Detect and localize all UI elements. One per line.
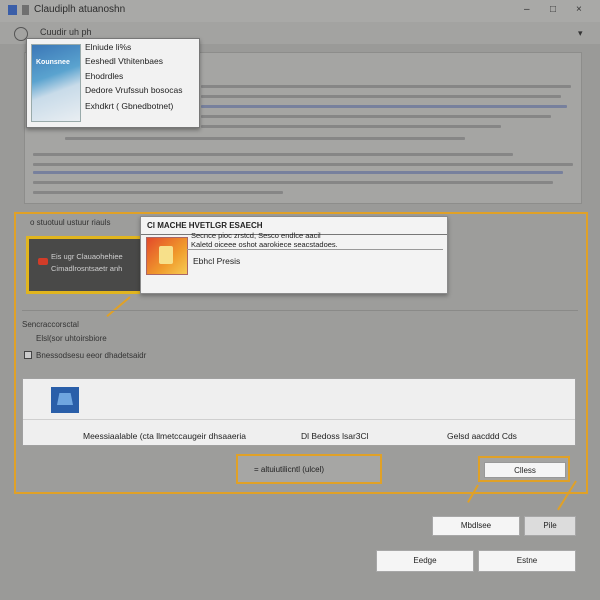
file-thumbnail[interactable] <box>146 237 188 275</box>
section-label: o stuotuul ustuur riauls <box>30 218 111 227</box>
checkbox[interactable] <box>24 351 32 359</box>
result-label: Meessiaalable (cta llmetccaugeir dhsaaer… <box>83 431 246 441</box>
sub-label: Elsl(sor uhtoirsbiore <box>36 334 107 343</box>
file-thumbnail-symbol <box>159 246 173 264</box>
title-bar: Claudiplh atuanoshn – □ × <box>0 0 600 23</box>
menu-item[interactable]: Elniude li%s <box>85 42 131 52</box>
record-icon <box>38 258 48 265</box>
app-result-bar[interactable]: Meessiaalable (cta llmetccaugeir dhsaaer… <box>22 378 576 446</box>
book-icon: Kounsnee <box>31 44 81 122</box>
text-line <box>201 105 567 108</box>
menu-item[interactable]: Ehodrdles <box>85 71 123 81</box>
path-label: Bnessodsesu eeor dhadetsaidr <box>36 351 147 360</box>
result-label: Dl Bedoss lsar3Cl <box>301 431 369 441</box>
text-line <box>33 191 283 194</box>
maximize-button[interactable]: □ <box>550 4 556 15</box>
popup-header: Cl MACHE HVETLGR ESAECH <box>147 221 263 230</box>
divider <box>23 419 575 420</box>
toolbar-text: Cuudir uh ph <box>40 27 92 37</box>
eedge-button[interactable]: Eedge <box>376 550 474 572</box>
divider <box>22 310 578 311</box>
estne-button-label: Estne <box>516 556 538 565</box>
text-line <box>33 153 513 156</box>
divider <box>187 249 443 250</box>
app-icon <box>8 5 17 15</box>
app-icon-shape <box>57 393 73 405</box>
text-line <box>201 115 551 118</box>
menu-item[interactable]: Exhdkrt ( Gbnedbotnet) <box>85 101 173 111</box>
book-icon-label: Kounsnee <box>36 59 70 66</box>
mbdlsee-button-label: Mbdlsee <box>460 521 492 530</box>
close-button[interactable]: × <box>576 4 582 15</box>
menu-item[interactable]: Eeshedl Vthitenbaes <box>85 56 163 66</box>
text-line <box>65 137 465 140</box>
file-popup: Cl MACHE HVETLGR ESAECH Secnce pioc zrst… <box>140 216 448 294</box>
text-line <box>201 125 501 128</box>
dark-card-line: Cimadlrosntsaetr anh <box>51 264 123 273</box>
text-line <box>201 95 561 98</box>
pile-button[interactable]: Pile <box>524 516 576 536</box>
text-line <box>33 171 563 174</box>
doc-icon <box>22 5 29 15</box>
path-input[interactable]: = altuiutilicntl (ulcel) <box>236 454 382 484</box>
dark-card-line: Eis ugr Clauaohehiee <box>51 252 123 261</box>
popup-line: Kaletd oiceee oshot aarokiece seacstadoe… <box>191 240 338 249</box>
mbdlsee-button[interactable]: Mbdlsee <box>432 516 520 536</box>
popup-action[interactable]: Ebhcl Presis <box>193 256 240 266</box>
clless-button[interactable]: Clless <box>478 456 570 482</box>
app-icon <box>51 387 79 413</box>
text-line <box>33 181 553 184</box>
estne-button[interactable]: Estne <box>478 550 576 572</box>
clless-button-label: Clless <box>514 466 536 475</box>
window-title: Claudiplh atuanoshn <box>34 4 126 15</box>
eedge-button-label: Eedge <box>413 556 437 565</box>
settings-label: Sencraccorsctal <box>22 320 79 329</box>
text-line <box>33 163 573 166</box>
text-line <box>201 85 571 88</box>
clless-button-face: Clless <box>484 462 566 478</box>
path-input-value: = altuiutilicntl (ulcel) <box>254 465 325 474</box>
toolbar-dropdown-icon[interactable]: ▾ <box>578 28 583 39</box>
popup-line: Secnce pioc zrstcd, Sesco endlce aacil <box>191 231 321 240</box>
dark-card[interactable]: Eis ugr Clauaohehiee Cimadlrosntsaetr an… <box>26 236 146 294</box>
result-label: Gelsd aacddd Cds <box>447 431 517 441</box>
pile-button-label: Pile <box>543 521 557 530</box>
minimize-button[interactable]: – <box>524 4 530 15</box>
menu-item[interactable]: Dedore Vrufssuh bosocas <box>85 85 183 95</box>
context-menu: Kounsnee Elniude li%s Eeshedl Vthitenbae… <box>26 38 200 128</box>
